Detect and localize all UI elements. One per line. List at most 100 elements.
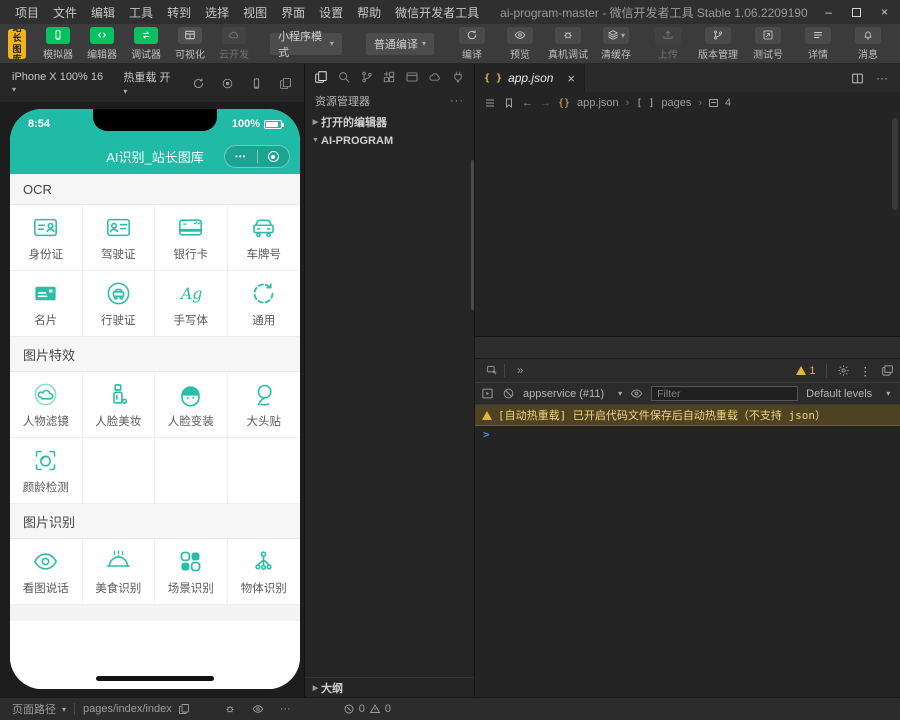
dock-icon[interactable]	[881, 364, 894, 377]
page-path-select[interactable]: 页面路径▾	[12, 701, 66, 717]
open-editors-section[interactable]: ▶ 打开的编辑器	[305, 112, 474, 131]
device-select[interactable]: iPhone X 100% 16 ▾	[12, 71, 107, 95]
feature-handwriting[interactable]: Ag手写体	[155, 271, 228, 337]
menu-item[interactable]: 视图	[236, 4, 274, 21]
multi-window-icon[interactable]	[279, 77, 292, 90]
feature-big-head[interactable]: 大头贴	[228, 372, 301, 438]
gear-icon[interactable]	[837, 364, 850, 377]
minimize-button[interactable]: –	[825, 5, 832, 19]
feature-food[interactable]: 美食识别	[83, 539, 156, 605]
feature-portrait-filter[interactable]: 人物滤镜	[10, 372, 83, 438]
console-prompt[interactable]: >	[475, 426, 900, 443]
testid-button[interactable]: 测试号	[744, 27, 792, 61]
record-icon[interactable]	[221, 77, 234, 90]
extensions-icon[interactable]	[382, 70, 396, 84]
editor-scrollbar[interactable]	[892, 118, 898, 210]
feature-driver-license[interactable]: 驾驶证	[83, 205, 156, 271]
feature-object[interactable]: 物体识别	[228, 539, 301, 605]
warning-count[interactable]: 1	[796, 365, 815, 377]
breadcrumb-node[interactable]: pages	[661, 97, 691, 109]
close-button[interactable]: ×	[881, 5, 888, 19]
eye-icon[interactable]	[252, 703, 264, 715]
live-expression-icon[interactable]	[630, 387, 643, 400]
mode-select[interactable]: 小程序模式 ▾	[270, 33, 342, 55]
rotate-icon[interactable]	[192, 77, 205, 90]
feature-image-caption[interactable]: 看图说话	[10, 539, 83, 605]
menu-item[interactable]: 选择	[198, 4, 236, 21]
exit-target-icon[interactable]	[258, 151, 290, 162]
files-icon[interactable]	[314, 70, 328, 84]
split-editor-icon[interactable]	[851, 72, 864, 85]
compile-select[interactable]: 普通编译 ▾	[366, 33, 434, 55]
menu-item[interactable]: 界面	[274, 4, 312, 21]
close-tab-icon[interactable]: ×	[567, 71, 575, 86]
feature-general-ocr[interactable]: 通用	[228, 271, 301, 337]
breadcrumb-file[interactable]: app.json	[577, 97, 619, 109]
feature-car-plate[interactable]: 车牌号	[228, 205, 301, 271]
upload-button[interactable]: 上传	[644, 27, 692, 61]
list-icon[interactable]	[484, 97, 496, 109]
mini-program-capsule[interactable]: •••	[224, 145, 290, 168]
window-icon[interactable]	[405, 70, 419, 84]
clear-console-icon[interactable]	[502, 387, 515, 400]
feature-vehicle-license[interactable]: 行驶证	[83, 271, 156, 337]
version-button[interactable]: 版本管理	[694, 27, 742, 61]
toggle-debugger[interactable]: 调试器	[124, 27, 168, 61]
context-select[interactable]: appservice (#11)▾	[523, 388, 622, 400]
project-root-row[interactable]: ▼ AI-PROGRAM	[305, 131, 474, 150]
bookmark-icon[interactable]	[503, 97, 515, 109]
explorer-scrollbar[interactable]	[471, 160, 474, 310]
menu-item[interactable]: 转到	[160, 4, 198, 21]
back-icon[interactable]: ←	[522, 97, 533, 109]
maximize-button[interactable]	[852, 8, 861, 17]
code-area[interactable]	[475, 114, 900, 336]
breadcrumb-index[interactable]: 4	[725, 97, 731, 109]
plugin-icon[interactable]	[451, 70, 465, 84]
toggle-editor[interactable]: 编辑器	[80, 27, 124, 61]
feature-face-dressup[interactable]: 人脸变装	[155, 372, 228, 438]
feature-face-makeup[interactable]: 人脸美妆	[83, 372, 156, 438]
feature-age-detect[interactable]: 颜龄检测	[10, 438, 83, 504]
remote-debug-button[interactable]: 真机调试	[544, 27, 592, 61]
feature-idcard[interactable]: 身份证	[10, 205, 83, 271]
cloud-icon[interactable]	[428, 70, 442, 84]
menu-item[interactable]: 文件	[46, 4, 84, 21]
menu-item[interactable]: 微信开发者工具	[388, 4, 486, 21]
inspect-element-icon[interactable]	[481, 364, 505, 377]
feature-scene[interactable]: 场景识别	[155, 539, 228, 605]
kebab-menu-icon[interactable]: ⋮	[860, 364, 872, 378]
more-actions-icon[interactable]: ···	[876, 71, 888, 85]
details-button[interactable]: 详情	[794, 27, 842, 61]
menu-item[interactable]: 编辑	[84, 4, 122, 21]
more-menu-icon[interactable]: •••	[225, 153, 257, 161]
problem-counts[interactable]: 0 0	[343, 703, 391, 715]
copy-icon[interactable]	[178, 703, 190, 715]
hot-reload-toggle[interactable]: 热重载 开 ▾	[123, 69, 176, 97]
source-control-icon[interactable]	[360, 70, 374, 84]
preview-button[interactable]: 预览	[496, 27, 544, 61]
bug-icon[interactable]	[224, 703, 236, 715]
log-levels-select[interactable]: Default levels▾	[806, 388, 890, 400]
forward-icon[interactable]: →	[540, 97, 551, 109]
menu-item[interactable]: 工具	[122, 4, 160, 21]
outline-section[interactable]: ▶ 大纲	[305, 677, 474, 697]
toggle-visual[interactable]: 可视化	[168, 27, 212, 61]
tab-overflow-icon[interactable]: »	[513, 365, 527, 377]
search-icon[interactable]	[337, 70, 351, 84]
filter-input[interactable]	[651, 386, 798, 401]
toggle-simulator[interactable]: 模拟器	[36, 27, 80, 61]
top-context-icon[interactable]	[481, 387, 494, 400]
toggle-cloud[interactable]: 云开发	[212, 27, 256, 61]
device-icon[interactable]	[250, 77, 263, 90]
console-log-area[interactable]: [自动热重载] 已开启代码文件保存后自动热重载（不支持 json） >	[475, 405, 900, 697]
message-button[interactable]: 消息	[844, 27, 892, 61]
clear-cache-button[interactable]: ▾清缓存	[592, 27, 640, 61]
menu-item[interactable]: 帮助	[350, 4, 388, 21]
more-actions-icon[interactable]: ···	[450, 95, 464, 107]
tab-app-json[interactable]: { } app.json ×	[475, 64, 585, 92]
menu-item[interactable]: 项目	[8, 4, 46, 21]
feature-business-card[interactable]: 名片	[10, 271, 83, 337]
compile-button[interactable]: 编译	[448, 27, 496, 61]
menu-item[interactable]: 设置	[312, 4, 350, 21]
feature-bank-card[interactable]: 银行卡	[155, 205, 228, 271]
